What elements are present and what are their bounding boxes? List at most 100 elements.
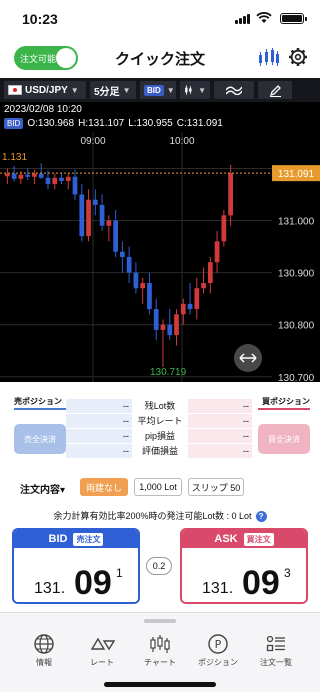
y-tick-label: 130.900: [278, 269, 315, 280]
tab-position[interactable]: P ポジション: [190, 633, 246, 668]
candle-body: [99, 204, 105, 226]
candle-body: [140, 283, 146, 289]
candle-body: [167, 324, 173, 336]
candle-body: [92, 199, 98, 205]
bid-label: BID: [48, 533, 68, 545]
candle-body: [38, 173, 44, 178]
candle-body: [174, 314, 179, 336]
chevron-down-icon: ▼: [70, 85, 79, 95]
candle-body: [221, 215, 227, 242]
current-price-label: 131.091: [278, 169, 315, 180]
sell-value: --: [66, 398, 132, 413]
order-enable-toggle[interactable]: 注文可能: [14, 46, 78, 70]
toggle-label: 注文可能: [20, 54, 57, 64]
tab-bar: 情報 レート チャート P ポジション 注文一覧: [0, 612, 320, 692]
pair-label: USD/JPY: [25, 84, 68, 96]
tab-chart[interactable]: チャート: [132, 633, 188, 668]
chart-datetime: 2023/02/08 10:20: [4, 104, 82, 115]
ask-quote-button[interactable]: ASK 買注文 131. 09 3: [180, 528, 308, 604]
tab-label: 情報: [36, 658, 52, 667]
tab-label: チャート: [144, 658, 176, 667]
order-settings: 注文内容▾ 両建なし 1,000 Lot スリップ 50: [0, 476, 320, 498]
sell-close-all-button[interactable]: 売全決済: [14, 424, 66, 454]
buy-value: --: [188, 413, 252, 428]
help-icon[interactable]: ?: [255, 511, 267, 522]
indicator-button[interactable]: [214, 81, 254, 99]
candle-type-icon: [185, 85, 192, 95]
buy-value: --: [188, 443, 252, 458]
position-icon: P: [208, 634, 228, 654]
buy-close-all-button[interactable]: 買全決済: [258, 424, 310, 454]
stats-row: -- 平均レート --: [66, 413, 252, 428]
status-bar: 10:23: [0, 0, 320, 40]
candlestick-icon[interactable]: [258, 48, 280, 68]
rate-icon: [90, 637, 115, 651]
slippage-button[interactable]: スリップ 50: [188, 478, 244, 496]
high-value: H:131.107: [78, 118, 125, 129]
tab-rate[interactable]: レート: [74, 633, 130, 668]
indicator-icon: [226, 86, 242, 95]
bid-quote-button[interactable]: BID 売注文 131. 09 1: [12, 528, 140, 604]
gear-icon[interactable]: [288, 47, 308, 67]
close-value: C:131.091: [176, 118, 223, 129]
high-label: 1.131: [2, 152, 27, 163]
ask-sup: 3: [284, 566, 291, 580]
signal-icon: [235, 14, 250, 24]
price-chart[interactable]: 131.100131.000130.900130.800130.70009:00…: [0, 132, 320, 382]
pair-selector[interactable]: USD/JPY ▼: [4, 81, 86, 99]
lot-button[interactable]: 1,000 Lot: [134, 478, 182, 496]
sell-value: --: [66, 413, 132, 428]
tab-label: レート: [90, 658, 114, 667]
ask-label: ASK: [214, 533, 238, 545]
candle-body: [187, 303, 193, 310]
timeframe-selector[interactable]: 5分足 ▼: [90, 81, 136, 99]
candle-body: [59, 177, 64, 181]
candle-body: [133, 272, 139, 289]
stat-label: 平均レート: [137, 416, 183, 426]
candle-body: [113, 220, 118, 252]
status-time: 10:23: [22, 11, 58, 27]
candle-body: [79, 194, 85, 237]
chart-type-selector[interactable]: ▼: [180, 81, 210, 99]
order-note: 余力計算有効比率200%時の発注可能Lot数 : 0 Lot?: [0, 509, 320, 522]
tab-info[interactable]: 情報: [16, 633, 72, 668]
wifi-icon: [256, 12, 272, 23]
x-tick-label: 09:00: [80, 136, 105, 147]
candle-body: [5, 173, 10, 177]
stats-row: -- pip損益 --: [66, 428, 252, 443]
spread-badge: 0.2: [146, 557, 172, 575]
y-tick-label: 130.700: [278, 373, 315, 382]
open-value: O:130.968: [27, 118, 75, 129]
candle-body: [153, 309, 159, 330]
sell-value: --: [66, 428, 132, 443]
hedge-button[interactable]: 両建なし: [80, 478, 128, 496]
price-type-selector[interactable]: BID ▼: [140, 81, 176, 99]
tab-order-list[interactable]: 注文一覧: [248, 633, 304, 668]
candle-body: [180, 303, 186, 315]
list-icon: [266, 635, 285, 652]
chevron-down-icon: ▼: [198, 85, 206, 95]
buy-position-header: 買ポジション: [258, 396, 310, 410]
ask-tag: 買注文: [243, 532, 274, 546]
drawer-handle[interactable]: [144, 619, 176, 623]
stat-label: 評価損益: [141, 446, 178, 456]
sell-position-box: 売ポジション 売全決済: [14, 396, 66, 462]
candle-body: [126, 257, 132, 273]
candle-body: [106, 220, 112, 226]
top-bar: 注文可能 クイック注文: [0, 40, 320, 76]
pencil-icon: [269, 84, 281, 97]
candle-body: [45, 177, 51, 185]
candle-body: [214, 241, 220, 263]
sell-value: --: [66, 443, 132, 458]
timeframe-label: 5分足: [94, 86, 120, 98]
candle-body: [207, 262, 213, 284]
stats-row: -- 残Lot数 --: [66, 398, 252, 413]
order-content-label[interactable]: 注文内容▾: [20, 481, 65, 496]
chevron-down-icon: ▼: [166, 85, 175, 95]
candle-body: [201, 283, 206, 289]
x-tick-label: 10:00: [169, 136, 194, 147]
candle-body: [194, 288, 200, 310]
draw-tool-button[interactable]: [258, 81, 292, 99]
price-type-label: BID: [144, 84, 164, 96]
buy-value: --: [188, 428, 252, 443]
